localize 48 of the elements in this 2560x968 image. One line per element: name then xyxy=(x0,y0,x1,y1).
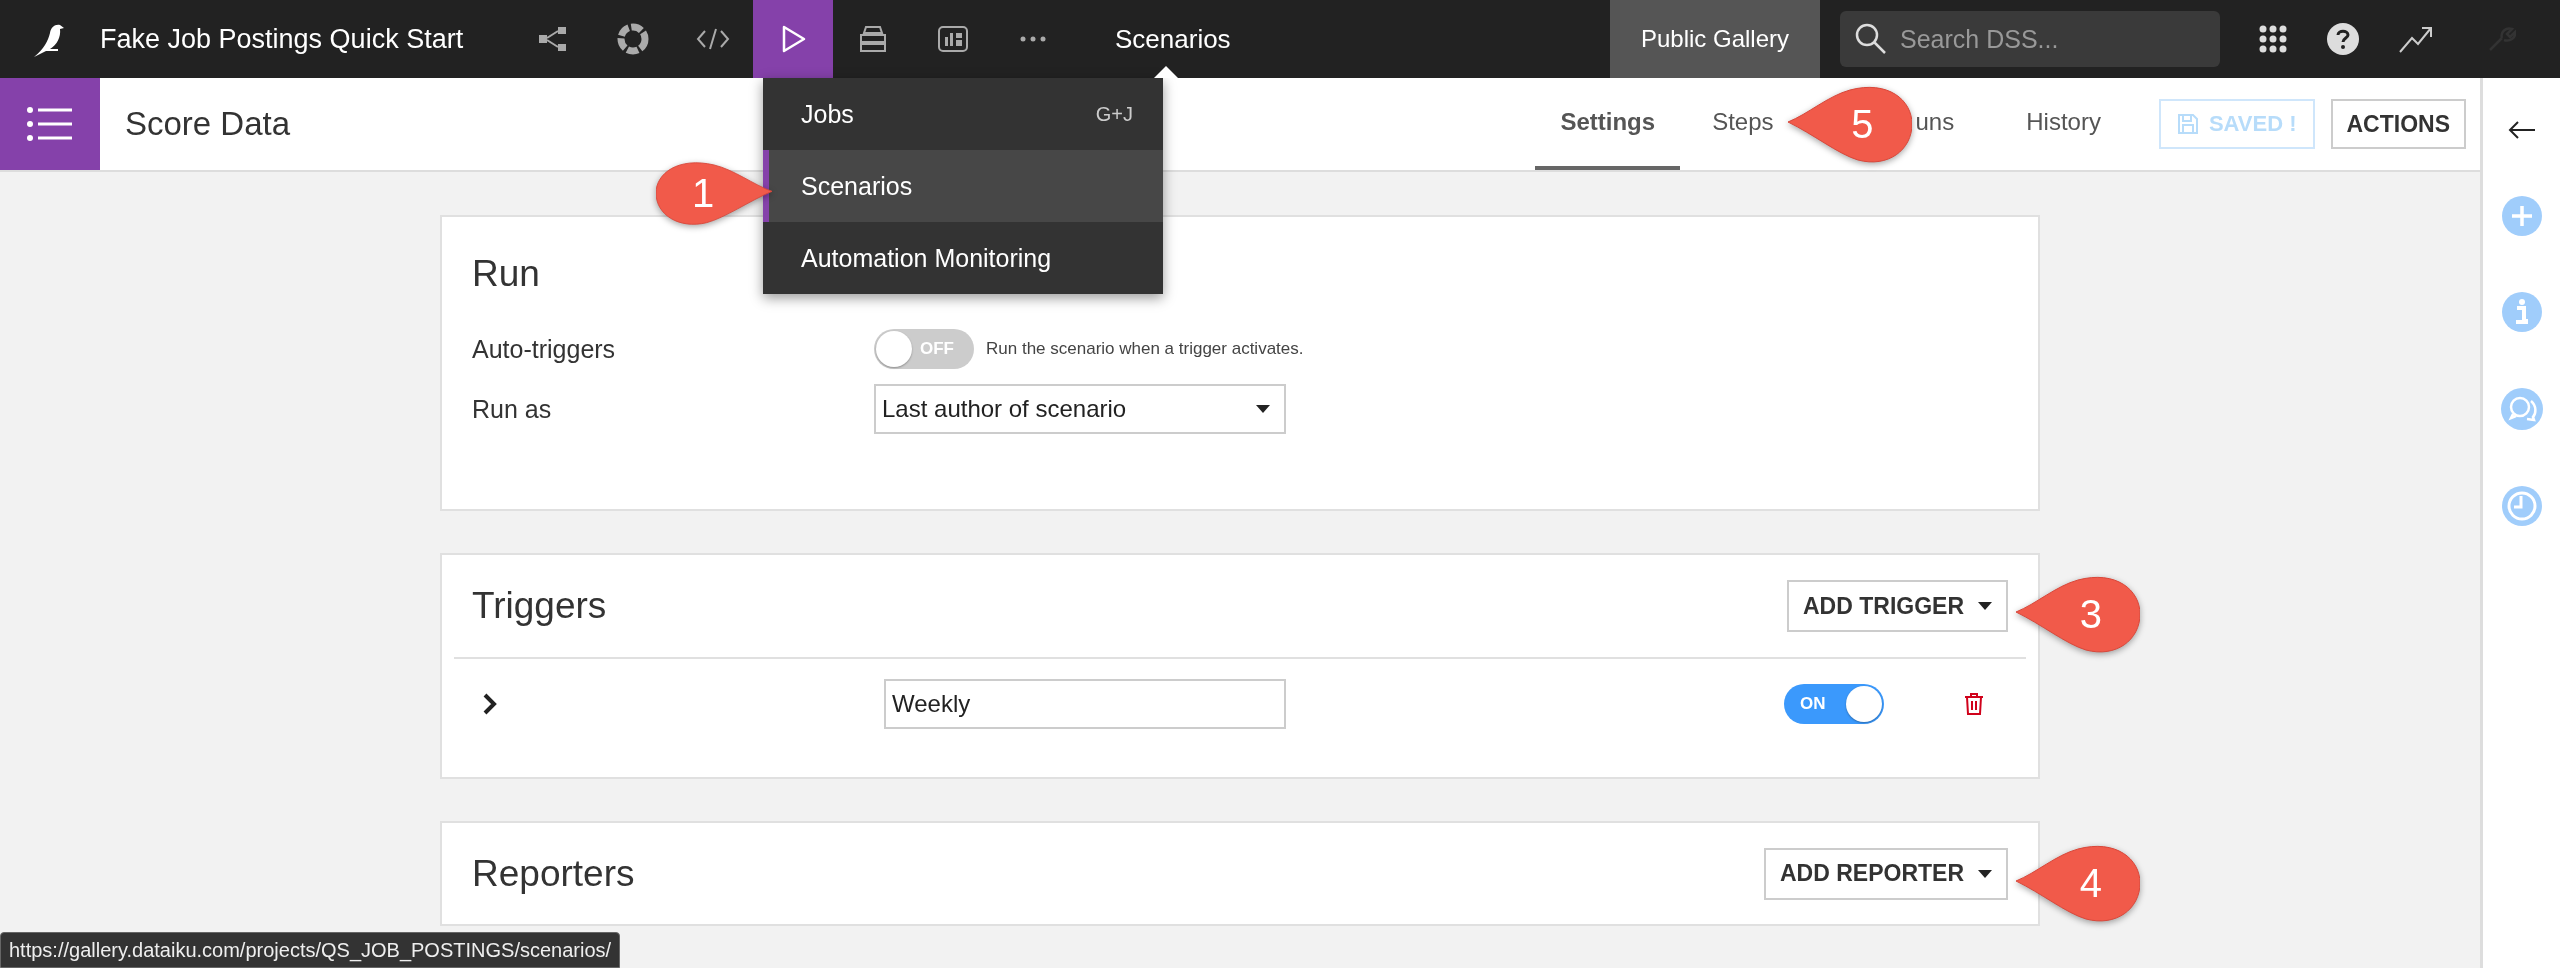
add-reporter-button[interactable]: ADD REPORTER xyxy=(1764,847,2008,900)
flow-diagram-icon xyxy=(538,26,568,52)
more-icon xyxy=(1018,35,1048,43)
tab[interactable]: Settings xyxy=(1535,78,1681,170)
apps-grid-icon[interactable] xyxy=(2258,24,2288,54)
tab[interactable]: uns xyxy=(1911,78,1959,170)
menu-item[interactable]: Scenarios xyxy=(763,150,1163,222)
menu-button[interactable] xyxy=(0,78,100,170)
run-as-select[interactable]: Last author of scenario xyxy=(874,384,1286,434)
project-title[interactable]: Fake Job Postings Quick Start xyxy=(90,23,513,55)
trend-icon[interactable] xyxy=(2398,24,2434,54)
search-icon xyxy=(1854,22,1888,56)
status-url: https://gallery.dataiku.com/projects/QS_JOB_POSTINGS/scenarios/ xyxy=(0,932,621,968)
dashboard-icon xyxy=(937,25,969,53)
menu-icon xyxy=(26,106,74,142)
actions-button[interactable]: ACTIONS xyxy=(2330,99,2466,149)
caret-icon xyxy=(1978,602,1992,610)
chevron-icon[interactable] xyxy=(482,693,498,715)
callout: 3 xyxy=(2016,574,2140,654)
tab[interactable]: Steps xyxy=(1700,78,1788,170)
tab[interactable]: History xyxy=(2026,78,2101,170)
add-trigger-button[interactable]: ADD TRIGGER xyxy=(1787,580,2008,632)
callout: 4 xyxy=(2016,843,2140,923)
caret-icon xyxy=(1256,405,1270,413)
field-label: Run as xyxy=(472,394,553,424)
callout: 1 xyxy=(656,160,772,226)
public-gallery-button[interactable]: Public Gallery xyxy=(1610,0,1820,78)
back-arrow-icon[interactable] xyxy=(2507,120,2536,140)
save-icon xyxy=(2176,113,2199,135)
card-title: Reporters xyxy=(472,852,635,895)
code-icon xyxy=(696,27,730,51)
menu-item[interactable]: Jobs G+J xyxy=(763,78,1163,150)
stack-icon xyxy=(858,24,888,54)
hint-text: Run the scenario when a trigger activates. xyxy=(986,339,1304,359)
search-field[interactable]: Search DSS... xyxy=(1840,11,2220,67)
section-title: Scenarios xyxy=(1115,23,1231,55)
trigger-name-field[interactable]: Weekly xyxy=(884,679,1286,729)
card-title: Triggers xyxy=(472,585,607,627)
ring-icon xyxy=(616,22,650,56)
nav-button[interactable] xyxy=(753,0,833,78)
trash-icon[interactable] xyxy=(1964,692,1984,716)
shortcut-hint: G+J xyxy=(1095,102,1133,126)
scenario-title: Score Data xyxy=(125,105,291,143)
field-label: Auto-triggers xyxy=(472,334,617,364)
help-icon[interactable] xyxy=(2326,22,2360,56)
card-title: Run xyxy=(472,253,540,295)
callout: 5 xyxy=(1787,84,1912,164)
caret-icon xyxy=(1978,869,1992,878)
